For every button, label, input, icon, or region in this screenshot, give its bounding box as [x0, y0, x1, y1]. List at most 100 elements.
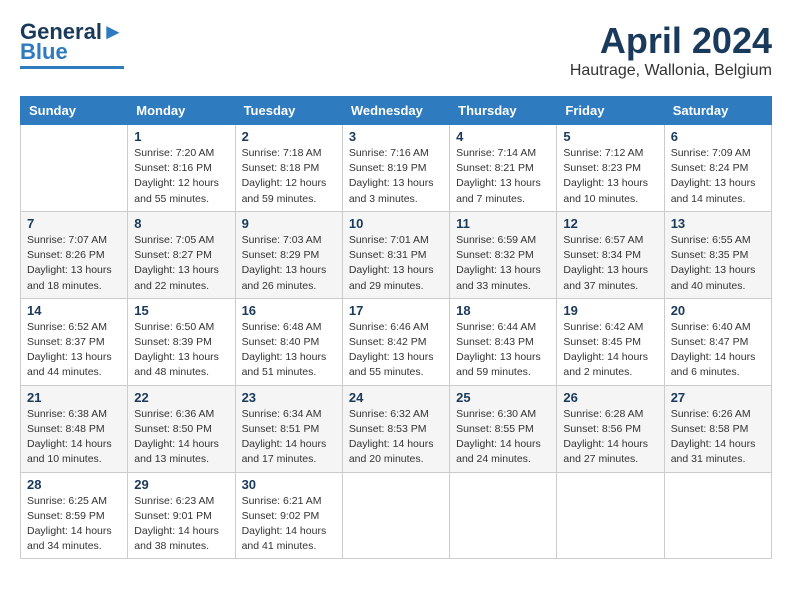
- calendar-cell: 23Sunrise: 6:34 AM Sunset: 8:51 PM Dayli…: [235, 385, 342, 472]
- weekday-header-monday: Monday: [128, 97, 235, 125]
- day-info: Sunrise: 6:38 AM Sunset: 8:48 PM Dayligh…: [27, 407, 121, 468]
- month-title: April 2024: [570, 20, 772, 62]
- day-number: 24: [349, 390, 443, 405]
- calendar-cell: 25 Sunrise: 6:30 AM Sunset: 8:55 PM Dayli…: [450, 385, 557, 472]
- day-number: 22: [134, 390, 228, 405]
- day-info: Sunrise: 6:50 AM Sunset: 8:39 PM Dayligh…: [134, 320, 228, 381]
- calendar-cell: [342, 472, 449, 559]
- page-header: General► Blue April 2024 Hautrage, Wallo…: [20, 20, 772, 80]
- calendar-cell: 3 Sunrise: 7:16 AM Sunset: 8:19 PM Daylig…: [342, 125, 449, 212]
- calendar-cell: 19Sunrise: 6:42 AM Sunset: 8:45 PM Dayli…: [557, 298, 664, 385]
- calendar-cell: [557, 472, 664, 559]
- calendar-cell: 18Sunrise: 6:44 AM Sunset: 8:43 PM Dayli…: [450, 298, 557, 385]
- calendar-cell: [664, 472, 771, 559]
- day-number: 10: [349, 216, 443, 231]
- location-title: Hautrage, Wallonia, Belgium: [570, 62, 772, 80]
- day-info: Sunrise: 7:18 AM Sunset: 8:18 PM Dayligh…: [242, 146, 336, 207]
- logo-line2: Blue: [20, 40, 68, 64]
- day-info: Sunrise: 6:23 AM Sunset: 9:01 PM Dayligh…: [134, 494, 228, 555]
- day-number: 21: [27, 390, 121, 405]
- day-number: 5: [563, 129, 657, 144]
- day-number: 29: [134, 477, 228, 492]
- calendar-week-3: 14 Sunrise: 6:52 AM Sunset: 8:37 PM Dayli…: [21, 298, 772, 385]
- day-number: 1: [134, 129, 228, 144]
- calendar-body: 1 Sunrise: 7:20 AM Sunset: 8:16 PM Daylig…: [21, 125, 772, 559]
- calendar-cell: 16Sunrise: 6:48 AM Sunset: 8:40 PM Dayli…: [235, 298, 342, 385]
- calendar-cell: 12 Sunrise: 6:57 AM Sunset: 8:34 PM Dayli…: [557, 211, 664, 298]
- calendar-week-1: 1 Sunrise: 7:20 AM Sunset: 8:16 PM Daylig…: [21, 125, 772, 212]
- weekday-header-sunday: Sunday: [21, 97, 128, 125]
- day-info: Sunrise: 6:57 AM Sunset: 8:34 PM Dayligh…: [563, 233, 657, 294]
- day-info: Sunrise: 7:05 AM Sunset: 8:27 PM Dayligh…: [134, 233, 228, 294]
- day-number: 11: [456, 216, 550, 231]
- calendar-cell: 5 Sunrise: 7:12 AM Sunset: 8:23 PM Daylig…: [557, 125, 664, 212]
- day-info: Sunrise: 7:01 AM Sunset: 8:31 PM Dayligh…: [349, 233, 443, 294]
- day-number: 16: [242, 303, 336, 318]
- day-info: Sunrise: 7:03 AM Sunset: 8:29 PM Dayligh…: [242, 233, 336, 294]
- calendar-cell: 17Sunrise: 6:46 AM Sunset: 8:42 PM Dayli…: [342, 298, 449, 385]
- day-number: 9: [242, 216, 336, 231]
- calendar-cell: 28 Sunrise: 6:25 AM Sunset: 8:59 PM Dayli…: [21, 472, 128, 559]
- calendar-table: SundayMondayTuesdayWednesdayThursdayFrid…: [20, 96, 772, 559]
- calendar-cell: 24 Sunrise: 6:32 AM Sunset: 8:53 PM Dayli…: [342, 385, 449, 472]
- day-number: 28: [27, 477, 121, 492]
- day-info: Sunrise: 6:28 AM Sunset: 8:56 PM Dayligh…: [563, 407, 657, 468]
- calendar-cell: 27Sunrise: 6:26 AM Sunset: 8:58 PM Dayli…: [664, 385, 771, 472]
- calendar-cell: 29 Sunrise: 6:23 AM Sunset: 9:01 PM Dayli…: [128, 472, 235, 559]
- calendar-cell: 21 Sunrise: 6:38 AM Sunset: 8:48 PM Dayli…: [21, 385, 128, 472]
- calendar-week-5: 28 Sunrise: 6:25 AM Sunset: 8:59 PM Dayli…: [21, 472, 772, 559]
- day-info: Sunrise: 6:59 AM Sunset: 8:32 PM Dayligh…: [456, 233, 550, 294]
- day-number: 27: [671, 390, 765, 405]
- calendar-cell: 1 Sunrise: 7:20 AM Sunset: 8:16 PM Daylig…: [128, 125, 235, 212]
- calendar-cell: 11 Sunrise: 6:59 AM Sunset: 8:32 PM Dayli…: [450, 211, 557, 298]
- calendar-cell: 20 Sunrise: 6:40 AM Sunset: 8:47 PM Dayli…: [664, 298, 771, 385]
- calendar-cell: [21, 125, 128, 212]
- day-info: Sunrise: 6:52 AM Sunset: 8:37 PM Dayligh…: [27, 320, 121, 381]
- day-number: 25: [456, 390, 550, 405]
- weekday-header-thursday: Thursday: [450, 97, 557, 125]
- weekday-header-friday: Friday: [557, 97, 664, 125]
- day-number: 7: [27, 216, 121, 231]
- weekday-header-saturday: Saturday: [664, 97, 771, 125]
- calendar-cell: 15Sunrise: 6:50 AM Sunset: 8:39 PM Dayli…: [128, 298, 235, 385]
- day-number: 14: [27, 303, 121, 318]
- day-info: Sunrise: 6:46 AM Sunset: 8:42 PM Dayligh…: [349, 320, 443, 381]
- day-number: 20: [671, 303, 765, 318]
- calendar-cell: 30 Sunrise: 6:21 AM Sunset: 9:02 PM Dayli…: [235, 472, 342, 559]
- day-info: Sunrise: 6:40 AM Sunset: 8:47 PM Dayligh…: [671, 320, 765, 381]
- day-info: Sunrise: 6:34 AM Sunset: 8:51 PM Dayligh…: [242, 407, 336, 468]
- calendar-cell: 6 Sunrise: 7:09 AM Sunset: 8:24 PM Daylig…: [664, 125, 771, 212]
- calendar-cell: 26 Sunrise: 6:28 AM Sunset: 8:56 PM Dayli…: [557, 385, 664, 472]
- day-info: Sunrise: 7:16 AM Sunset: 8:19 PM Dayligh…: [349, 146, 443, 207]
- day-number: 30: [242, 477, 336, 492]
- calendar-cell: 22Sunrise: 6:36 AM Sunset: 8:50 PM Dayli…: [128, 385, 235, 472]
- calendar-cell: 13Sunrise: 6:55 AM Sunset: 8:35 PM Dayli…: [664, 211, 771, 298]
- calendar-cell: 8 Sunrise: 7:05 AM Sunset: 8:27 PM Daylig…: [128, 211, 235, 298]
- day-number: 3: [349, 129, 443, 144]
- day-info: Sunrise: 6:32 AM Sunset: 8:53 PM Dayligh…: [349, 407, 443, 468]
- weekday-header-wednesday: Wednesday: [342, 97, 449, 125]
- day-info: Sunrise: 6:42 AM Sunset: 8:45 PM Dayligh…: [563, 320, 657, 381]
- day-number: 8: [134, 216, 228, 231]
- day-info: Sunrise: 6:25 AM Sunset: 8:59 PM Dayligh…: [27, 494, 121, 555]
- day-number: 26: [563, 390, 657, 405]
- day-info: Sunrise: 7:12 AM Sunset: 8:23 PM Dayligh…: [563, 146, 657, 207]
- logo-blue-text: ►: [102, 19, 124, 44]
- day-number: 13: [671, 216, 765, 231]
- calendar-cell: 2 Sunrise: 7:18 AM Sunset: 8:18 PM Daylig…: [235, 125, 342, 212]
- calendar-cell: 14 Sunrise: 6:52 AM Sunset: 8:37 PM Dayli…: [21, 298, 128, 385]
- day-info: Sunrise: 7:09 AM Sunset: 8:24 PM Dayligh…: [671, 146, 765, 207]
- day-info: Sunrise: 6:21 AM Sunset: 9:02 PM Dayligh…: [242, 494, 336, 555]
- title-area: April 2024 Hautrage, Wallonia, Belgium: [570, 20, 772, 80]
- day-info: Sunrise: 6:30 AM Sunset: 8:55 PM Dayligh…: [456, 407, 550, 468]
- logo: General► Blue: [20, 20, 124, 69]
- calendar-cell: 10 Sunrise: 7:01 AM Sunset: 8:31 PM Dayli…: [342, 211, 449, 298]
- day-number: 12: [563, 216, 657, 231]
- day-number: 6: [671, 129, 765, 144]
- day-number: 4: [456, 129, 550, 144]
- weekday-header-tuesday: Tuesday: [235, 97, 342, 125]
- calendar-header-row: SundayMondayTuesdayWednesdayThursdayFrid…: [21, 97, 772, 125]
- day-info: Sunrise: 7:20 AM Sunset: 8:16 PM Dayligh…: [134, 146, 228, 207]
- day-number: 2: [242, 129, 336, 144]
- day-info: Sunrise: 7:07 AM Sunset: 8:26 PM Dayligh…: [27, 233, 121, 294]
